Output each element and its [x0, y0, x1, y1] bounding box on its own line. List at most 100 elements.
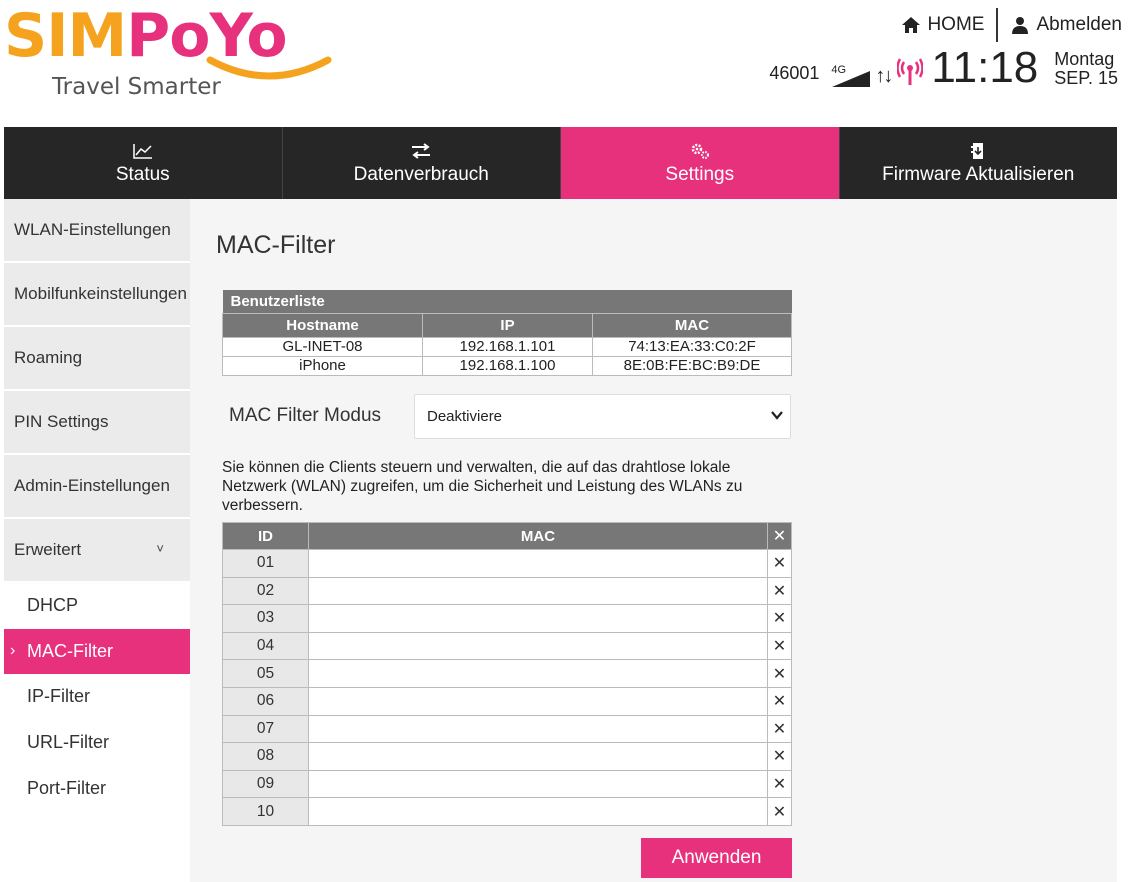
mac-input[interactable]	[309, 715, 767, 742]
table-row: 04 ✕	[222, 631, 792, 661]
sidebar-subitem-ip-filter[interactable]: IP-Filter	[4, 674, 190, 720]
sidebar-subitem-label: IP-Filter	[27, 686, 90, 707]
date-day: Montag	[1054, 49, 1115, 69]
filter-mode-select[interactable]: Deaktiviere	[414, 394, 791, 439]
sidebar-item-roaming[interactable]: Roaming	[4, 327, 190, 391]
sidebar-item-admin[interactable]: Admin-Einstellungen	[4, 455, 190, 519]
table-row: 10 ✕	[222, 797, 792, 826]
mac-input[interactable]	[309, 771, 767, 798]
logo-tagline: Travel Smarter	[52, 74, 221, 100]
row-id: 09	[222, 769, 309, 799]
mac-cell	[308, 549, 768, 578]
delete-row-button[interactable]: ✕	[767, 631, 792, 661]
column-header-hostname: Hostname	[222, 312, 423, 338]
mac-cell	[308, 631, 768, 661]
clock-time: 11:18	[931, 43, 1039, 92]
mac-cell	[308, 769, 768, 799]
filter-mode-value: Deaktiviere	[427, 408, 503, 425]
signal-indicator: 4G	[831, 62, 871, 92]
delete-row-button[interactable]: ✕	[767, 549, 792, 578]
tab-datenverbrauch[interactable]: Datenverbrauch	[283, 127, 561, 199]
column-header-ip: IP	[422, 312, 593, 338]
delete-row-button[interactable]: ✕	[767, 742, 792, 771]
mac-input[interactable]	[309, 577, 767, 604]
mac-filter-table: ID MAC ✕ 01 ✕ 02 ✕ 03 ✕ 04 ✕ 05 ✕ 06 ✕ 07 ✕ 08 ✕…	[222, 522, 792, 826]
table-row: 01 ✕	[222, 549, 792, 578]
updown-arrows-icon: ↑↓	[875, 65, 893, 87]
sidebar-subitem-dhcp[interactable]: DHCP	[4, 583, 190, 629]
chart-icon	[133, 140, 153, 162]
tab-status-label: Status	[115, 164, 170, 185]
logo-smile-icon	[206, 56, 332, 80]
page-title: MAC-Filter	[216, 231, 336, 259]
mac-cell: 74:13:EA:33:C0:2F	[592, 336, 792, 357]
sidebar-subitem-mac-filter[interactable]: › MAC-Filter	[4, 628, 190, 675]
table-row: GL-INET-08 192.168.1.101 74:13:EA:33:C0:…	[222, 336, 792, 357]
sidebar-item-mobilfunk[interactable]: Mobilfunkeinstellungen	[4, 263, 190, 327]
table-row: iPhone 192.168.1.100 8E:0B:FE:BC:B9:DE	[222, 355, 792, 376]
delete-all-button[interactable]: ✕	[767, 522, 792, 550]
sidebar-item-pin[interactable]: PIN Settings	[4, 391, 190, 455]
table-row: 06 ✕	[222, 686, 792, 716]
sidebar-item-erweitert[interactable]: Erweitert ˅	[4, 519, 190, 583]
row-id: 01	[222, 549, 309, 578]
user-list-table: Benutzerliste Hostname IP MAC GL-INET-08…	[222, 290, 792, 376]
home-label: HOME	[927, 14, 985, 35]
header-divider	[996, 8, 999, 42]
delete-row-button[interactable]: ✕	[767, 714, 792, 744]
delete-row-button[interactable]: ✕	[767, 659, 792, 688]
mac-input[interactable]	[309, 660, 767, 687]
home-link[interactable]: HOME	[901, 14, 984, 36]
tab-datenverbrauch-label: Datenverbrauch	[353, 164, 489, 185]
wifi-antenna-icon	[897, 58, 924, 85]
main-nav: Status Datenverbrauch Settings Firmware …	[4, 127, 1117, 199]
delete-row-button[interactable]: ✕	[767, 576, 792, 606]
row-id: 10	[222, 797, 309, 826]
tab-settings[interactable]: Settings	[561, 127, 840, 199]
sidebar-item-label: Mobilfunkeinstellungen	[14, 284, 187, 303]
sidebar-item-label: Roaming	[14, 348, 83, 367]
sidebar-subitem-label: Port-Filter	[27, 777, 107, 798]
hostname-cell: iPhone	[222, 355, 423, 376]
sidebar-subitem-url-filter[interactable]: URL-Filter	[4, 719, 190, 766]
date-value: SEP. 15	[1054, 68, 1118, 88]
sidebar-item-wlan[interactable]: WLAN-Einstellungen	[4, 199, 190, 263]
row-id: 08	[222, 742, 309, 771]
mac-cell	[308, 604, 768, 633]
sidebar: WLAN-Einstellungen Mobilfunkeinstellunge…	[4, 199, 190, 811]
mac-cell	[308, 714, 768, 744]
tab-status[interactable]: Status	[4, 127, 283, 199]
user-list-caption: Benutzerliste	[222, 290, 792, 313]
logout-link[interactable]: Abmelden	[1010, 14, 1122, 36]
sidebar-subitem-port-filter[interactable]: Port-Filter	[4, 765, 190, 811]
mac-cell	[308, 659, 768, 688]
tab-firmware[interactable]: Firmware Aktualisieren	[840, 127, 1118, 199]
logout-label: Abmelden	[1036, 14, 1122, 35]
mac-cell	[308, 797, 768, 826]
sidebar-subitem-label: URL-Filter	[27, 732, 110, 753]
mac-input[interactable]	[309, 633, 767, 660]
delete-row-button[interactable]: ✕	[767, 604, 792, 633]
mac-input[interactable]	[309, 798, 767, 825]
mac-input[interactable]	[309, 743, 767, 770]
filter-mode-label: MAC Filter Modus	[229, 405, 382, 426]
table-row: 09 ✕	[222, 769, 792, 799]
ip-cell: 192.168.1.101	[422, 336, 593, 357]
user-icon	[1012, 17, 1029, 34]
mac-input[interactable]	[309, 688, 767, 715]
delete-row-button[interactable]: ✕	[767, 686, 792, 716]
mac-input[interactable]	[309, 550, 767, 577]
table-row: 02 ✕	[222, 576, 792, 606]
gears-icon	[690, 140, 710, 162]
delete-row-button[interactable]: ✕	[767, 797, 792, 826]
delete-row-button[interactable]: ✕	[767, 769, 792, 799]
table-row: 05 ✕	[222, 659, 792, 688]
column-header-mac: MAC	[308, 522, 768, 550]
column-header-mac: MAC	[592, 312, 792, 338]
sidebar-item-label: Admin-Einstellungen	[14, 476, 170, 495]
chevron-down-icon: ˅	[156, 541, 164, 556]
mac-input[interactable]	[309, 605, 767, 632]
apply-button[interactable]: Anwenden	[641, 838, 792, 878]
row-id: 03	[222, 604, 309, 633]
home-icon	[902, 17, 921, 33]
